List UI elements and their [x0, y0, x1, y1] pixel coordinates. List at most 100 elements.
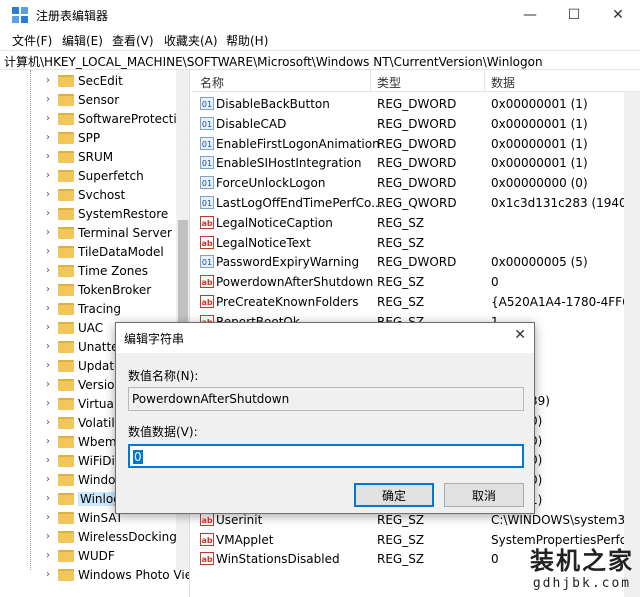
chevron-right-icon[interactable]: › — [46, 284, 50, 295]
watermark-en: gdhjbk.com — [532, 576, 632, 591]
chevron-right-icon[interactable]: › — [46, 208, 50, 219]
value-row[interactable]: 01 EnableFirstLogonAnimation REG_DWORD 0x00… — [192, 134, 640, 154]
tree-item[interactable]: › SoftwareProtectio — [0, 110, 189, 129]
chevron-right-icon[interactable]: › — [46, 436, 50, 447]
value-type: REG_SZ — [377, 552, 425, 567]
chevron-right-icon[interactable]: › — [46, 94, 50, 105]
menu-help[interactable]: 帮助(H) — [226, 32, 268, 49]
tree-item-label: WiFiDir — [78, 454, 120, 468]
value-data: 0x00000001 (1) — [491, 156, 588, 171]
value-type: REG_DWORD — [377, 255, 457, 270]
chevron-right-icon[interactable]: › — [46, 322, 50, 333]
chevron-right-icon[interactable]: › — [46, 531, 50, 542]
value-row[interactable]: 01 DisableCAD REG_DWORD 0x00000001 (1) — [192, 114, 640, 134]
tree-item[interactable]: › SRUM — [0, 148, 189, 167]
folder-icon — [58, 550, 74, 562]
value-name: DisableBackButton — [216, 97, 330, 111]
value-row[interactable]: ab LegalNoticeCaption REG_SZ — [192, 213, 640, 233]
value-row[interactable]: 01 EnableSIHostIntegration REG_DWORD 0x0000… — [192, 153, 640, 173]
value-row[interactable]: 01 PasswordExpiryWarning REG_DWORD 0x000000… — [192, 252, 640, 272]
tree-item[interactable]: › Terminal Server — [0, 224, 189, 243]
column-name[interactable]: 名称 — [200, 74, 224, 91]
tree-item[interactable]: › WUDF — [0, 547, 189, 566]
chevron-right-icon[interactable]: › — [46, 113, 50, 124]
tree-item[interactable]: › Windows Photo Viewer — [0, 566, 189, 585]
tree-item[interactable]: › Superfetch — [0, 167, 189, 186]
value-data-input[interactable]: 0 — [128, 444, 524, 468]
chevron-right-icon[interactable]: › — [46, 569, 50, 580]
folder-icon — [58, 417, 74, 429]
chevron-right-icon[interactable]: › — [46, 189, 50, 200]
chevron-right-icon[interactable]: › — [46, 170, 50, 181]
folder-icon — [58, 341, 74, 353]
value-row[interactable]: 01 DisableBackButton REG_DWORD 0x00000001 (… — [192, 94, 640, 114]
value-row[interactable]: ab LegalNoticeText REG_SZ — [192, 233, 640, 253]
chevron-right-icon[interactable]: › — [46, 303, 50, 314]
chevron-right-icon[interactable]: › — [46, 417, 50, 428]
chevron-right-icon[interactable]: › — [46, 75, 50, 86]
tree-item[interactable]: › SPP — [0, 129, 189, 148]
value-data: 0 — [491, 275, 499, 290]
chevron-right-icon[interactable]: › — [46, 246, 50, 257]
address-bar[interactable]: 计算机\HKEY_LOCAL_MACHINE\SOFTWARE\Microsof… — [0, 50, 640, 70]
binary-value-icon: 01 — [200, 156, 214, 170]
tree-item[interactable]: › Time Zones — [0, 262, 189, 281]
chevron-right-icon[interactable]: › — [46, 474, 50, 485]
tree-item[interactable]: › WirelessDocking — [0, 528, 189, 547]
tree-item-label: SoftwareProtectio — [78, 112, 185, 126]
cancel-button[interactable]: 取消 — [444, 483, 524, 507]
column-data[interactable]: 数据 — [491, 74, 515, 91]
maximize-button[interactable]: ☐ — [552, 0, 596, 30]
value-row[interactable]: 01 ForceUnlockLogon REG_DWORD 0x00000000 (0… — [192, 173, 640, 193]
value-name: LastLogOffEndTimePerfCo... — [216, 196, 383, 210]
menu-file[interactable]: 文件(F) — [12, 32, 52, 49]
tree-item-label: Terminal Server — [78, 226, 172, 240]
tree-item[interactable]: › Tracing — [0, 300, 189, 319]
value-type: REG_DWORD — [377, 116, 457, 131]
close-button[interactable]: ✕ — [596, 0, 640, 30]
chevron-right-icon[interactable]: › — [46, 379, 50, 390]
value-name: PasswordExpiryWarning — [216, 255, 360, 270]
column-divider[interactable] — [484, 70, 485, 92]
value-type: REG_SZ — [377, 275, 425, 290]
folder-icon — [58, 132, 74, 144]
menu-favorites[interactable]: 收藏夹(A) — [164, 32, 218, 49]
list-scrollbar[interactable] — [624, 92, 640, 597]
chevron-right-icon[interactable]: › — [46, 265, 50, 276]
string-value-icon: ab — [200, 275, 214, 289]
tree-item[interactable]: › Svchost — [0, 186, 189, 205]
value-row[interactable]: ab PowerdownAfterShutdown REG_SZ 0 — [192, 272, 640, 292]
chevron-right-icon[interactable]: › — [46, 493, 50, 504]
tree-item[interactable]: › SystemRestore — [0, 205, 189, 224]
column-type[interactable]: 类型 — [377, 74, 401, 91]
dialog-close-button[interactable]: ✕ — [514, 327, 526, 343]
minimize-button[interactable]: — — [508, 0, 552, 30]
value-row[interactable]: ab PreCreateKnownFolders REG_SZ {A520A1A4-1… — [192, 292, 640, 312]
tree-item[interactable]: › TokenBroker — [0, 281, 189, 300]
binary-value-icon: 01 — [200, 116, 214, 130]
menu-edit[interactable]: 编辑(E) — [62, 32, 103, 49]
chevron-right-icon[interactable]: › — [46, 360, 50, 371]
ok-button[interactable]: 确定 — [354, 483, 434, 507]
chevron-right-icon[interactable]: › — [46, 227, 50, 238]
chevron-right-icon[interactable]: › — [46, 455, 50, 466]
folder-icon — [58, 512, 74, 524]
chevron-right-icon[interactable]: › — [46, 151, 50, 162]
folder-icon — [58, 189, 74, 201]
chevron-right-icon[interactable]: › — [46, 512, 50, 523]
chevron-right-icon[interactable]: › — [46, 132, 50, 143]
value-row[interactable]: 01 LastLogOffEndTimePerfCo... REG_QWORD 0x1… — [192, 193, 640, 213]
value-type: REG_SZ — [377, 235, 425, 250]
address-path[interactable]: 计算机\HKEY_LOCAL_MACHINE\SOFTWARE\Microsof… — [4, 53, 543, 70]
menu-view[interactable]: 查看(V) — [112, 32, 154, 49]
tree-item[interactable]: › Sensor — [0, 91, 189, 110]
tree-item[interactable]: › TileDataModel — [0, 243, 189, 262]
value-name: PreCreateKnownFolders — [216, 295, 359, 309]
chevron-right-icon[interactable]: › — [46, 398, 50, 409]
value-name: Userinit — [216, 512, 263, 527]
column-divider[interactable] — [370, 70, 371, 92]
chevron-right-icon[interactable]: › — [46, 550, 50, 561]
folder-icon — [58, 94, 74, 106]
tree-item[interactable]: › SecEdit — [0, 72, 189, 91]
chevron-right-icon[interactable]: › — [46, 341, 50, 352]
